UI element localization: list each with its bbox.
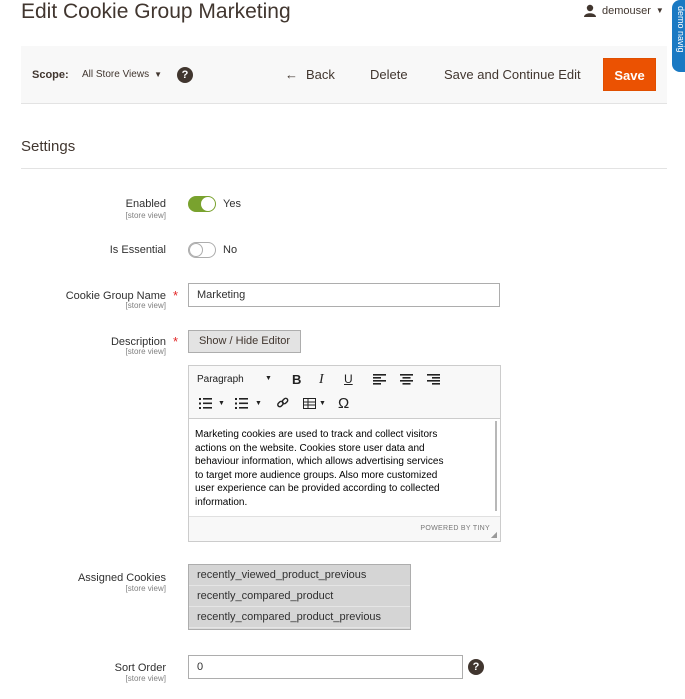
sort-order-label: Sort Order — [114, 662, 166, 674]
page-title: Edit Cookie Group Marketing — [21, 0, 291, 23]
underline-icon[interactable]: U — [344, 372, 353, 386]
bullet-list-icon[interactable] — [199, 398, 212, 409]
editor-scrollbar[interactable] — [495, 421, 497, 511]
scope-value: All Store Views — [82, 69, 150, 80]
assigned-cookies-label: Assigned Cookies — [77, 572, 166, 584]
scope-switcher[interactable]: All Store Views ▼ — [82, 69, 162, 80]
user-name: demouser — [602, 4, 651, 17]
table-icon[interactable] — [303, 398, 316, 409]
enabled-scope: [store view] — [125, 211, 166, 220]
essential-toggle[interactable] — [188, 242, 216, 258]
essential-label: Is Essential — [109, 244, 166, 256]
cookie-group-name-input[interactable]: Marketing — [188, 283, 500, 307]
powered-by-tiny[interactable]: POWERED BY TINY — [420, 525, 490, 532]
editor-content[interactable]: Marketing cookies are used to track and … — [195, 428, 495, 509]
assigned-cookies-multiselect[interactable]: recently_viewed_product_previous recentl… — [188, 564, 411, 630]
required-marker: * — [173, 288, 179, 303]
section-divider — [21, 168, 667, 169]
demo-navigation-label: demo navig — [676, 6, 685, 53]
section-title: Settings — [21, 138, 76, 155]
arrow-left-icon: ← — [285, 67, 298, 82]
back-label: Back — [306, 67, 335, 82]
chevron-down-icon: ▼ — [154, 70, 162, 79]
align-left-icon[interactable] — [373, 374, 386, 385]
assigned-cookies-scope: [store view] — [125, 584, 166, 593]
enabled-value: Yes — [223, 198, 241, 210]
user-menu[interactable]: demouser ▼ — [584, 4, 664, 17]
required-marker: * — [173, 334, 179, 349]
cookie-option[interactable]: recently_viewed_product_previous — [189, 565, 410, 586]
toggle-knob — [201, 197, 215, 211]
sort-order-scope: [store view] — [125, 674, 166, 683]
link-icon[interactable] — [277, 397, 289, 409]
save-button[interactable]: Save — [603, 58, 656, 91]
demo-navigation-tab[interactable]: demo navig — [672, 0, 685, 72]
align-right-icon[interactable] — [427, 374, 440, 385]
bold-icon[interactable]: B — [292, 372, 301, 387]
cookie-option[interactable]: recently_compared_product — [189, 586, 410, 607]
delete-button[interactable]: Delete — [370, 67, 408, 82]
chevron-down-icon: ▼ — [655, 6, 664, 15]
chevron-down-icon[interactable]: ▼ — [319, 400, 326, 407]
help-icon[interactable]: ? — [177, 67, 193, 83]
resize-handle-icon[interactable]: ◢ — [491, 530, 497, 539]
scope-label: Scope: — [32, 69, 69, 81]
format-select[interactable]: Paragraph — [197, 374, 244, 385]
align-center-icon[interactable] — [400, 374, 413, 385]
help-icon[interactable]: ? — [468, 659, 484, 675]
save-and-continue-button[interactable]: Save and Continue Edit — [444, 67, 581, 82]
back-button[interactable]: ← Back — [285, 67, 335, 82]
enabled-toggle[interactable] — [188, 196, 216, 212]
enabled-label: Enabled — [125, 198, 166, 210]
numbered-list-icon[interactable] — [235, 398, 248, 409]
special-character-icon[interactable]: Ω — [338, 395, 349, 412]
user-icon — [584, 4, 596, 17]
page-actions-bar: Scope: All Store Views ▼ ? ← Back Delete S… — [21, 46, 667, 104]
cookie-option[interactable]: recently_compared_product_previous — [189, 607, 410, 628]
toggle-knob — [189, 243, 203, 257]
chevron-down-icon: ▼ — [265, 375, 272, 382]
sort-order-input[interactable]: 0 — [188, 655, 463, 679]
essential-value: No — [223, 244, 238, 256]
chevron-down-icon[interactable]: ▼ — [218, 400, 225, 407]
show-hide-editor-button[interactable]: Show / Hide Editor — [188, 330, 301, 353]
wysiwyg-editor: Paragraph ▼ B I U ▼ ▼ ▼ Ω Marketing cook… — [188, 365, 501, 542]
description-scope: [store view] — [125, 347, 166, 356]
chevron-down-icon[interactable]: ▼ — [255, 400, 262, 407]
italic-icon[interactable]: I — [319, 372, 324, 388]
editor-statusbar: POWERED BY TINY ◢ — [189, 516, 500, 541]
name-scope: [store view] — [125, 301, 166, 310]
format-value: Paragraph — [197, 374, 244, 385]
editor-toolbar: Paragraph ▼ B I U ▼ ▼ ▼ Ω — [189, 366, 500, 419]
